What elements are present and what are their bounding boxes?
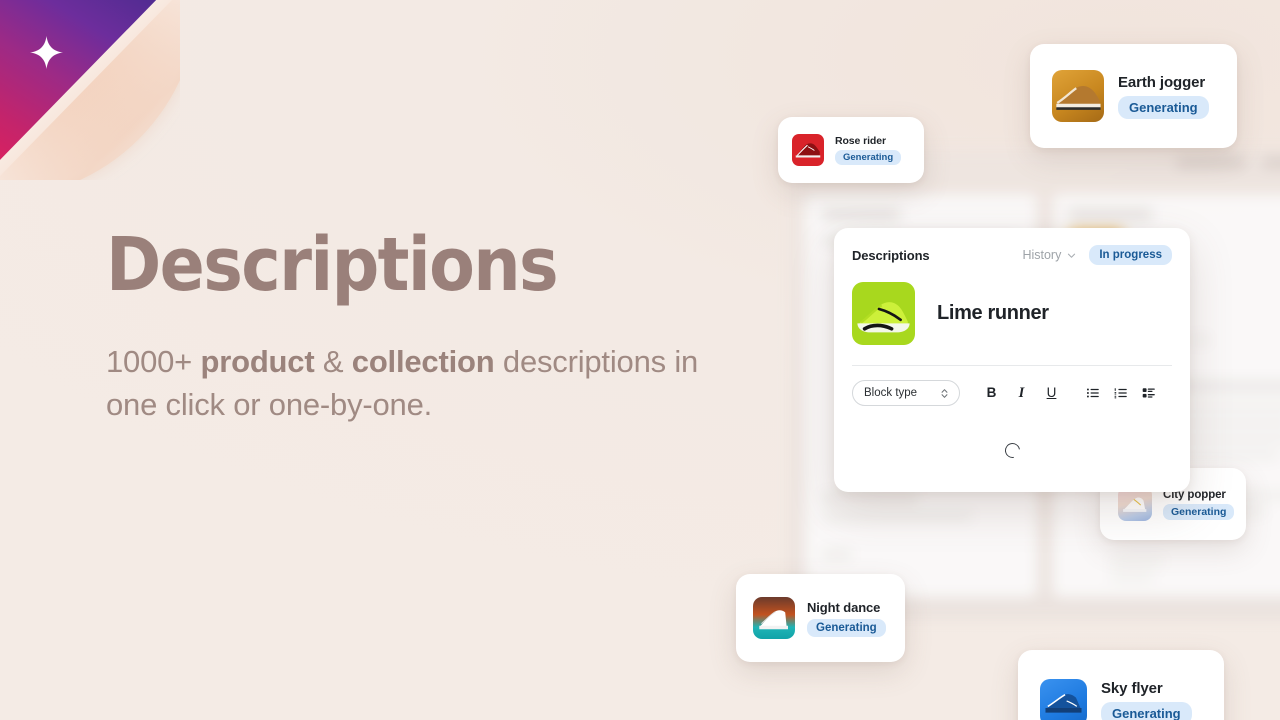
sparkle-icon [30, 36, 63, 69]
product-name: Sky flyer [1101, 679, 1163, 697]
chevron-up-down-icon [941, 388, 948, 398]
product-name: Night dance [807, 599, 881, 615]
underline-label: U [1046, 385, 1057, 401]
product-thumbnail-lime-runner [852, 282, 915, 345]
product-card-earth-jogger[interactable]: Earth jogger Generating [1030, 44, 1237, 148]
hero-sub-amp: & [314, 344, 352, 379]
bold-label: B [986, 385, 997, 401]
bold-button[interactable]: B [982, 382, 1001, 404]
product-meta: Earth jogger Generating [1118, 74, 1209, 119]
product-meta: Rose rider Generating [835, 135, 902, 165]
product-meta: Night dance Generating [807, 600, 886, 637]
status-badge: Generating [1163, 503, 1235, 520]
history-dropdown[interactable]: History [1022, 248, 1077, 262]
bullet-list-button[interactable] [1083, 382, 1102, 404]
panel-header: Descriptions History In progress [852, 242, 1172, 268]
underline-button[interactable]: U [1042, 382, 1061, 404]
italic-label: I [1018, 384, 1025, 401]
background-chip [1262, 158, 1280, 167]
shoe-icon [1045, 693, 1082, 713]
status-badge: Generating [1118, 95, 1209, 119]
italic-button[interactable]: I [1012, 382, 1031, 404]
chevron-down-icon [1068, 253, 1076, 258]
product-name: Rose rider [835, 135, 886, 147]
hero-subtitle: 1000+ product & collection descriptions … [106, 340, 726, 427]
editor-toolbar: Block type B I U [852, 366, 1172, 406]
block-type-label: Block type [864, 387, 918, 399]
history-label: History [1022, 248, 1062, 262]
status-badge: Generating [807, 618, 886, 637]
shoe-icon [795, 143, 821, 158]
product-thumbnail [1052, 70, 1104, 122]
panel-title: Descriptions [852, 247, 930, 263]
shoe-icon [759, 610, 788, 630]
product-card-night-dance[interactable]: Night dance Generating [736, 574, 905, 662]
status-badge: Generating [835, 150, 902, 165]
page-title: Descriptions [106, 222, 559, 308]
product-card-rose-rider[interactable]: Rose rider Generating [778, 117, 924, 183]
hero-sub-bold-product: product [200, 344, 315, 379]
product-thumbnail [792, 134, 824, 166]
hero-copy: Descriptions 1000+ product & collection … [106, 228, 726, 427]
product-thumbnail [1040, 678, 1087, 720]
content-loading-area [852, 406, 1172, 494]
product-meta: City popper Generating [1163, 489, 1235, 520]
layout-blocks-button[interactable] [1139, 382, 1158, 404]
product-name: Lime runner [937, 302, 1049, 324]
status-badge-in-progress: In progress [1089, 245, 1172, 265]
page-curl-decoration [0, 0, 180, 180]
shoe-icon [1056, 85, 1101, 110]
status-badge: Generating [1101, 701, 1192, 720]
spinner-icon [1001, 439, 1023, 461]
layout-blocks-icon [1142, 388, 1155, 398]
product-name: Earth jogger [1118, 73, 1206, 91]
bullet-list-icon [1086, 388, 1099, 398]
hero-sub-bold-collection: collection [351, 344, 495, 379]
panel-header-actions: History In progress [1022, 245, 1172, 265]
descriptions-panel: Descriptions History In progress Lime ru… [834, 228, 1190, 492]
block-type-select[interactable]: Block type [852, 380, 960, 406]
numbered-list-button[interactable] [1111, 382, 1130, 404]
product-thumbnail [753, 597, 795, 639]
panel-product-row: Lime runner [852, 282, 1172, 365]
product-card-sky-flyer[interactable]: Sky flyer Generating [1018, 650, 1224, 720]
product-meta: Sky flyer Generating [1101, 680, 1192, 720]
hero-sub-count: 1000+ [106, 344, 201, 379]
numbered-list-icon [1114, 388, 1127, 399]
background-chip [1176, 158, 1246, 167]
page-canvas: Descriptions 1000+ product & collection … [0, 0, 1280, 720]
shoe-icon [857, 302, 910, 333]
